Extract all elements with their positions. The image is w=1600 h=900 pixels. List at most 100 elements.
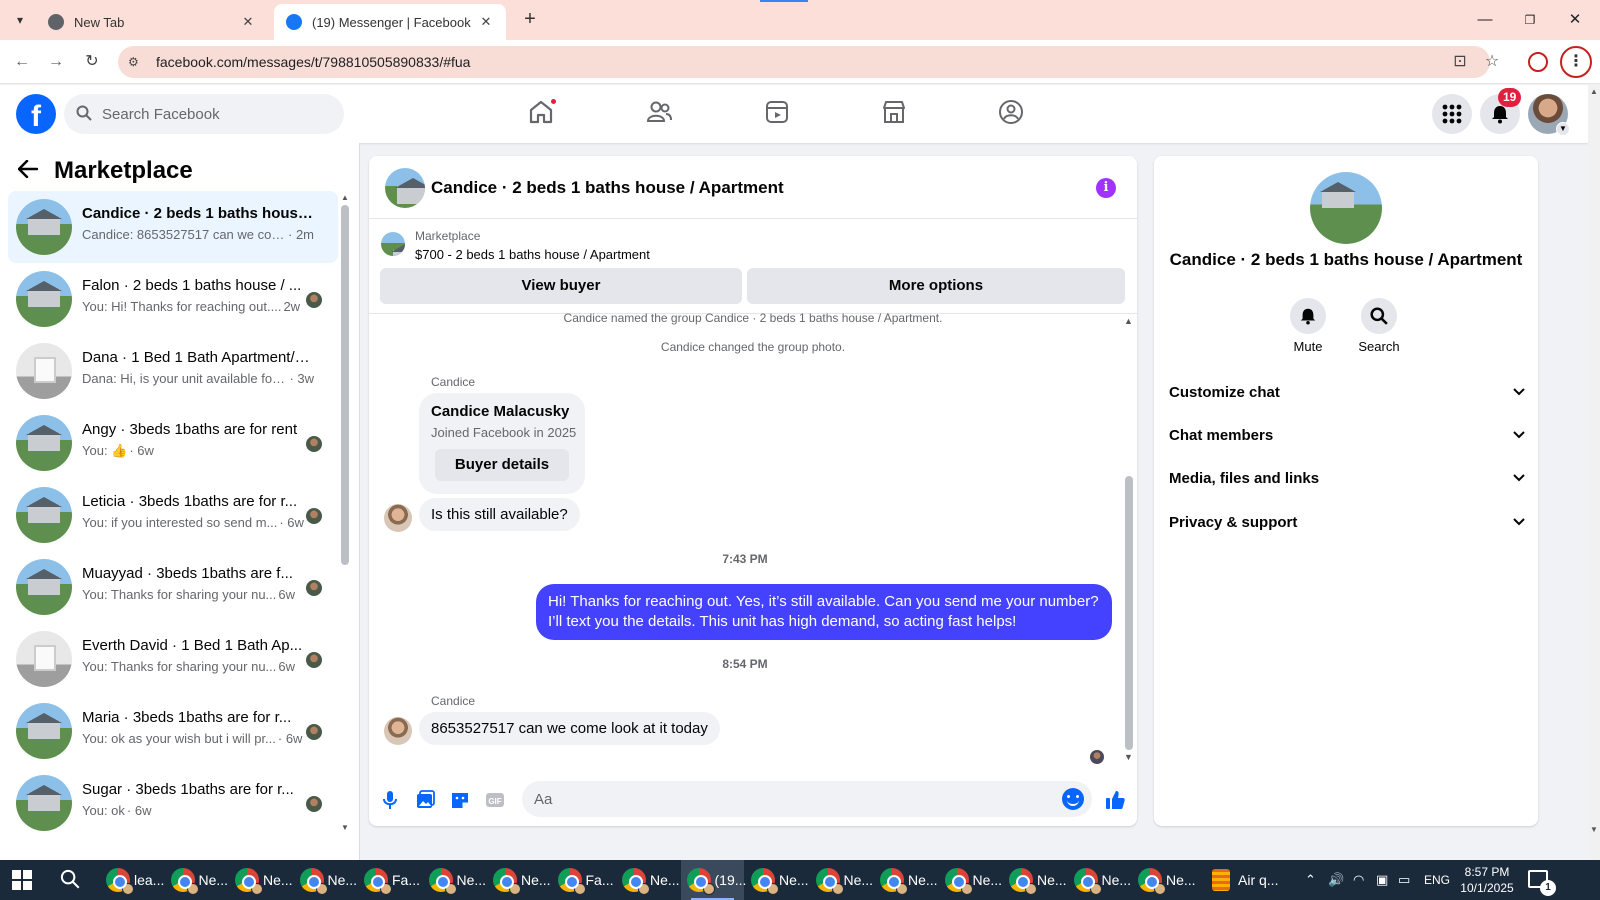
tab-search-chevron-icon[interactable]: ▾ bbox=[8, 8, 32, 32]
taskbar-search-icon[interactable] bbox=[60, 869, 80, 894]
reload-icon[interactable]: ↻ bbox=[80, 50, 104, 74]
facebook-logo-icon[interactable]: f bbox=[16, 94, 56, 134]
taskbar-chrome-window[interactable]: Ne... bbox=[1132, 860, 1196, 900]
windows-start-icon[interactable] bbox=[12, 870, 32, 890]
chat-title[interactable]: Candice · 2 beds 1 baths house / Apartme… bbox=[431, 178, 784, 198]
taskbar-chrome-window[interactable]: Ne... bbox=[810, 860, 873, 900]
taskbar-chrome-window[interactable]: lea... bbox=[100, 860, 164, 900]
taskbar-chrome-window[interactable]: Ne... bbox=[1003, 860, 1067, 900]
sticker-icon[interactable] bbox=[448, 788, 472, 812]
more-options-button[interactable]: More options bbox=[747, 268, 1125, 304]
taskbar-chrome-window[interactable]: Ne... bbox=[939, 860, 1002, 900]
privacy-support-section[interactable]: Privacy & support bbox=[1169, 504, 1525, 540]
tab-new-tab[interactable]: New Tab ✕ bbox=[36, 4, 268, 40]
microphone-icon[interactable] bbox=[378, 788, 402, 812]
chat-members-section[interactable]: Chat members bbox=[1169, 417, 1525, 453]
network-icon[interactable]: ◠ bbox=[1353, 872, 1364, 888]
install-app-icon[interactable]: ⊡ bbox=[1448, 50, 1472, 74]
gif-icon[interactable]: GIF bbox=[483, 788, 507, 812]
conversation-item[interactable]: Angy · 3beds 1baths are for rent You: 👍 ·… bbox=[8, 407, 338, 479]
sender-avatar[interactable] bbox=[384, 504, 412, 532]
chat-avatar[interactable] bbox=[385, 168, 425, 208]
minimize-icon[interactable]: — bbox=[1465, 6, 1505, 34]
browser-menu-icon[interactable]: ⋮ bbox=[1560, 46, 1592, 78]
photo-icon[interactable] bbox=[413, 788, 437, 812]
bookmark-star-icon[interactable]: ☆ bbox=[1480, 50, 1504, 74]
forward-arrow-icon[interactable]: → bbox=[44, 50, 68, 74]
taskbar-chrome-window[interactable]: Ne... bbox=[294, 860, 357, 900]
scrollbar-thumb[interactable] bbox=[341, 205, 349, 565]
language-indicator[interactable]: ENG bbox=[1424, 873, 1450, 887]
taskbar-chrome-window[interactable]: Ne... bbox=[229, 860, 293, 900]
taskbar-clock[interactable]: 8:57 PM 10/1/2025 bbox=[1452, 864, 1522, 896]
scroll-up-icon[interactable]: ▲ bbox=[341, 193, 349, 202]
show-hidden-icons-icon[interactable]: ⌃ bbox=[1305, 872, 1316, 888]
view-buyer-button[interactable]: View buyer bbox=[380, 268, 742, 304]
video-icon[interactable] bbox=[763, 98, 795, 130]
meet-now-icon[interactable]: ▣ bbox=[1376, 872, 1388, 888]
new-tab-plus-icon[interactable]: + bbox=[518, 8, 542, 32]
chat-scrollbar[interactable]: ▲ ▼ bbox=[1124, 316, 1134, 766]
conversation-item[interactable]: Everth David · 1 Bed 1 Bath Ap... You: T… bbox=[8, 623, 338, 695]
search-in-conversation-button[interactable]: Search bbox=[1344, 298, 1414, 354]
listing-price-title[interactable]: $700 - 2 beds 1 baths house / Apartment bbox=[415, 247, 650, 262]
taskbar-weather[interactable]: Air q... bbox=[1212, 860, 1278, 900]
facebook-search-input[interactable] bbox=[102, 105, 322, 123]
facebook-search-box[interactable] bbox=[64, 94, 344, 134]
taskbar-chrome-window[interactable]: (19... bbox=[680, 860, 746, 900]
taskbar-chrome-window[interactable]: Fa... bbox=[552, 860, 615, 900]
site-settings-icon[interactable]: ⚙ bbox=[128, 55, 148, 69]
conversation-item[interactable]: Sugar · 3beds 1baths are for r... You: o… bbox=[8, 767, 338, 839]
home-icon[interactable] bbox=[527, 97, 559, 130]
taskbar-chrome-window[interactable]: Ne... bbox=[874, 860, 938, 900]
window-close-icon[interactable]: ✕ bbox=[1555, 6, 1595, 34]
thumbs-up-icon[interactable] bbox=[1103, 788, 1127, 812]
customize-chat-section[interactable]: Customize chat bbox=[1169, 374, 1525, 410]
tab-close-icon[interactable]: ✕ bbox=[478, 14, 494, 30]
taskbar-chrome-window[interactable]: Ne... bbox=[487, 860, 551, 900]
taskbar-chrome-window[interactable]: Fa... bbox=[358, 860, 421, 900]
mute-button[interactable]: Mute bbox=[1273, 298, 1343, 354]
info-icon[interactable]: i bbox=[1096, 178, 1116, 198]
taskbar-chrome-window[interactable]: Ne... bbox=[616, 860, 680, 900]
sender-avatar[interactable] bbox=[384, 717, 412, 745]
scroll-down-icon[interactable]: ▼ bbox=[341, 823, 349, 832]
friends-icon[interactable] bbox=[645, 98, 677, 130]
media-files-links-section[interactable]: Media, files and links bbox=[1169, 460, 1525, 496]
omnibox[interactable]: ⚙ facebook.com/messages/t/79881050589083… bbox=[118, 46, 1490, 78]
outgoing-message[interactable]: Hi! Thanks for reaching out. Yes, it’s s… bbox=[536, 584, 1112, 640]
incoming-message[interactable]: 8653527517 can we come look at it today bbox=[419, 712, 720, 745]
message-input-box[interactable] bbox=[522, 781, 1092, 817]
conversation-item[interactable]: Muayyad · 3beds 1baths are f... You: Tha… bbox=[8, 551, 338, 623]
marketplace-icon[interactable] bbox=[880, 98, 912, 130]
back-arrow-icon[interactable]: ← bbox=[10, 50, 34, 74]
sidebar-scrollbar[interactable]: ▲ ▼ bbox=[340, 193, 349, 873]
profile-icon[interactable] bbox=[1528, 52, 1548, 72]
battery-icon[interactable]: ▭ bbox=[1398, 872, 1410, 888]
scroll-up-icon[interactable]: ▲ bbox=[1590, 87, 1598, 96]
restore-icon[interactable]: ❐ bbox=[1510, 6, 1550, 34]
emoji-icon[interactable] bbox=[1062, 788, 1084, 810]
menu-grid-icon[interactable] bbox=[1432, 94, 1472, 134]
taskbar-chrome-window[interactable]: Ne... bbox=[165, 860, 228, 900]
groups-icon[interactable] bbox=[997, 98, 1029, 130]
conversation-item[interactable]: Candice · 2 beds 1 baths house /... Cand… bbox=[8, 191, 338, 263]
incoming-message[interactable]: Is this still available? bbox=[419, 498, 580, 531]
scrollbar-thumb[interactable] bbox=[1125, 476, 1133, 750]
conversation-item[interactable]: Maria · 3beds 1baths are for r... You: o… bbox=[8, 695, 338, 767]
buyer-details-button[interactable]: Buyer details bbox=[435, 449, 569, 481]
scroll-up-icon[interactable]: ▲ bbox=[1124, 316, 1133, 326]
taskbar-chrome-window[interactable]: Ne... bbox=[1068, 860, 1131, 900]
message-input[interactable] bbox=[534, 781, 1034, 817]
scroll-down-icon[interactable]: ▼ bbox=[1124, 752, 1133, 762]
conversation-item[interactable]: Leticia · 3beds 1baths are for r... You:… bbox=[8, 479, 338, 551]
conversation-item[interactable]: Falon · 2 beds 1 baths house / ... You: … bbox=[8, 263, 338, 335]
taskbar-chrome-window[interactable]: Ne... bbox=[423, 860, 486, 900]
conversation-item[interactable]: Dana · 1 Bed 1 Bath Apartment/c... Dana:… bbox=[8, 335, 338, 407]
page-scrollbar[interactable]: ▲ ▼ bbox=[1588, 85, 1600, 860]
scroll-down-icon[interactable]: ▼ bbox=[1590, 825, 1598, 834]
taskbar-chrome-window[interactable]: Ne... bbox=[745, 860, 809, 900]
url-text[interactable]: facebook.com/messages/t/798810505890833/… bbox=[156, 54, 470, 70]
tab-messenger[interactable]: (19) Messenger | Facebook ✕ bbox=[274, 4, 506, 40]
volume-icon[interactable]: 🔊 bbox=[1328, 872, 1344, 888]
